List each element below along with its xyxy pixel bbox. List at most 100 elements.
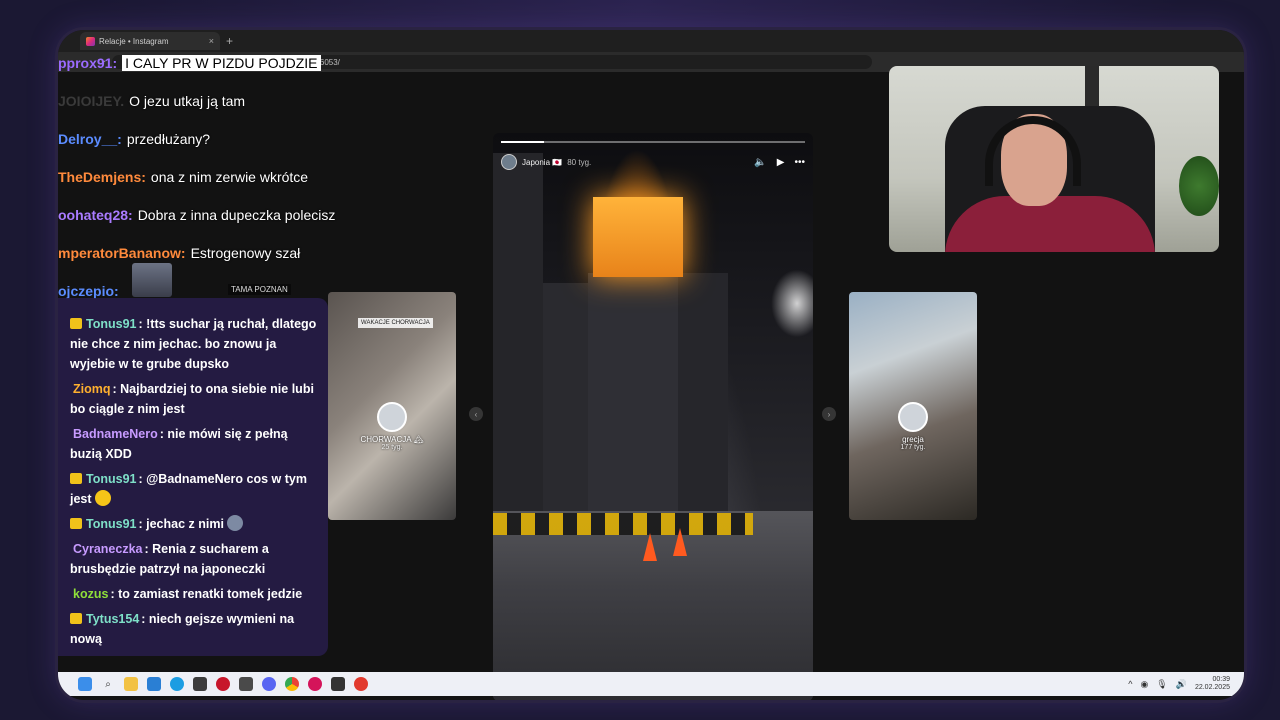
- chat-message-row: Tytus154: niech gejsze wymieni na nową: [70, 609, 322, 649]
- traffic-cone: [643, 533, 657, 561]
- chat-message-row: Cyraneczka: Renia z sucharem a brusbędzi…: [70, 539, 322, 579]
- chat-username: mperatorBananow:: [58, 245, 186, 261]
- building: [493, 153, 543, 533]
- chat-username: Cyraneczka: [73, 542, 143, 556]
- app3-icon[interactable]: [308, 677, 322, 691]
- chat-line: Delroy__: przedłużany?: [58, 120, 478, 158]
- story-preview-grecja[interactable]: grecja 177 tyg.: [849, 292, 977, 520]
- chat-username: Ziomq: [73, 382, 111, 396]
- story-prev-button[interactable]: ‹: [469, 407, 483, 421]
- story-age: 177 tyg.: [900, 444, 926, 451]
- clock-time: 00:39: [1212, 676, 1230, 683]
- file-explorer-icon[interactable]: [124, 677, 138, 691]
- story-name: grecja: [902, 435, 924, 444]
- chatter-avatar: [132, 263, 172, 297]
- subscriber-badge-icon: [70, 473, 82, 484]
- building: [588, 273, 678, 543]
- mute-icon[interactable]: 🔈: [754, 157, 766, 168]
- chat-message: Dobra z inna dupeczka polecisz: [137, 207, 336, 223]
- webcam-feed: [889, 66, 1219, 252]
- laugh-emote-icon: [95, 490, 112, 506]
- chat-line: JOIOIJEY. O jezu utkaj ją tam: [58, 82, 478, 120]
- chat-message-row: Tonus91: !tts suchar ją ruchał, dlatego …: [70, 314, 322, 374]
- chat-message-row: Ziomq: Najbardziej to ona siebie nie lub…: [70, 379, 322, 419]
- overlay-label: TAMA POZNAN: [228, 284, 291, 295]
- subscriber-badge-icon: [70, 318, 82, 329]
- discord-icon[interactable]: [262, 677, 276, 691]
- barrier: [493, 513, 753, 535]
- story-avatar: [898, 402, 928, 432]
- story-username[interactable]: Japonia 🇯🇵: [522, 158, 562, 167]
- chat-text: : to zamiast renatki tomek jedzie: [110, 587, 303, 601]
- app4-icon[interactable]: [331, 677, 345, 691]
- app5-icon[interactable]: [354, 677, 368, 691]
- chat-line: mperatorBananow: Estrogenowy szał: [58, 234, 478, 272]
- subscriber-badge-icon: [70, 518, 82, 529]
- edge-icon[interactable]: [170, 677, 184, 691]
- chat-message: przedłużany?: [126, 131, 211, 147]
- story-header: Japonia 🇯🇵 80 tyg. 🔈 ▶ •••: [501, 151, 805, 173]
- story-controls: 🔈 ▶ •••: [754, 157, 805, 168]
- volume-icon[interactable]: 🔊: [1176, 679, 1187, 690]
- chat-message: I CALY PR W PIZDU POJDZIE: [122, 55, 321, 71]
- chat-username: ojczepio:: [58, 283, 119, 299]
- story-age: 80 tyg.: [567, 157, 592, 167]
- story-preview-chorwacja[interactable]: WAKACJE CHORWACJA CHORWACJA 🏔 25 tyg.: [328, 292, 456, 520]
- story-progress-bar: [501, 141, 805, 143]
- microphone-icon[interactable]: 🎙: [1156, 679, 1167, 690]
- building: [543, 283, 588, 533]
- app-icon[interactable]: [193, 677, 207, 691]
- chat-message-row: Tonus91: @BadnameNero cos w tym jest: [70, 469, 322, 509]
- story-preview-info: CHORWACJA 🏔 25 tyg.: [328, 402, 456, 451]
- chat-message-row: BadnameNero: nie mówi się z pełną buzią …: [70, 424, 322, 464]
- search-icon[interactable]: ⌕: [101, 677, 115, 691]
- clock[interactable]: 00:39 22.02.2025: [1195, 676, 1230, 692]
- network-icon[interactable]: ◉: [1140, 679, 1148, 690]
- chat-panel: Tonus91: !tts suchar ją ruchał, dlatego …: [58, 298, 328, 656]
- story-tag: WAKACJE CHORWACJA: [358, 318, 433, 328]
- story-viewer[interactable]: Japonia 🇯🇵 80 tyg. 🔈 ▶ •••: [493, 133, 813, 700]
- plant: [1179, 156, 1219, 216]
- stream-frame: Relacje • Instagram × + ⟳ instagram.com/…: [58, 30, 1244, 700]
- story-age: 25 tyg.: [381, 444, 403, 451]
- story-next-button[interactable]: ›: [822, 407, 836, 421]
- chat-username: Tytus154: [86, 612, 140, 626]
- chat-message: Estrogenowy szał: [190, 245, 301, 261]
- face-emote-icon: [227, 515, 244, 531]
- chat-text: : jechac z nimi: [138, 517, 224, 531]
- windows-taskbar: ⌕ ^ ◉ 🎙 🔊 00:39 22.02.2025: [58, 672, 1244, 696]
- story-name: CHORWACJA 🏔: [360, 435, 424, 444]
- chat-username: Tonus91: [86, 317, 137, 331]
- chat-line: oohateq28: Dobra z inna dupeczka polecis…: [58, 196, 478, 234]
- tray-expand-icon[interactable]: ^: [1128, 679, 1132, 689]
- story-preview-info: grecja 177 tyg.: [849, 402, 977, 451]
- system-tray: ^ ◉ 🎙 🔊 00:39 22.02.2025: [1128, 676, 1244, 692]
- chat-username: kozus: [73, 587, 109, 601]
- subscriber-badge-icon: [70, 613, 82, 624]
- record-icon[interactable]: [216, 677, 230, 691]
- story-avatar: [377, 402, 407, 432]
- building: [678, 273, 728, 543]
- play-icon[interactable]: ▶: [777, 157, 785, 168]
- story-progress-fill: [501, 141, 544, 143]
- windows-icon[interactable]: [78, 677, 92, 691]
- app2-icon[interactable]: [239, 677, 253, 691]
- story-avatar[interactable]: [501, 154, 517, 170]
- store-icon[interactable]: [147, 677, 161, 691]
- chat-message: O jezu utkaj ją tam: [129, 93, 246, 109]
- chat-message: ona z nim zerwie wkrótce: [150, 169, 309, 185]
- streamer-shirt: [945, 196, 1155, 252]
- chat-username: JOIOIJEY.: [58, 93, 125, 109]
- illuminated-sign: [593, 197, 683, 277]
- chrome-icon[interactable]: [285, 677, 299, 691]
- more-options-icon[interactable]: •••: [794, 157, 805, 168]
- clock-date: 22.02.2025: [1194, 684, 1230, 691]
- traffic-cone: [673, 528, 687, 556]
- chat-message-row: kozus: to zamiast renatki tomek jedzie: [70, 584, 322, 604]
- chat-username: Tonus91: [86, 517, 137, 531]
- chat-username: pprox91:: [58, 55, 118, 71]
- chat-username: BadnameNero: [73, 427, 158, 441]
- chat-username: Delroy__:: [58, 131, 122, 147]
- chat-username: TheDemjens:: [58, 169, 146, 185]
- chat-username: Tonus91: [86, 472, 137, 486]
